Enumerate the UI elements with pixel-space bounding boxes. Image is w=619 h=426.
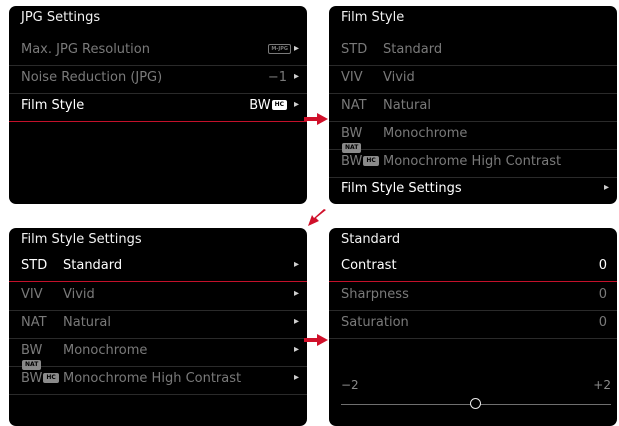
- style-abbr-text: BW: [21, 343, 43, 358]
- setting-label: Saturation: [341, 315, 409, 330]
- hc-badge: HC: [363, 155, 379, 166]
- m-jpg-badge: M-JPG: [268, 43, 291, 54]
- style-abbr-text: BW: [21, 371, 43, 386]
- chevron-right-icon: ▸: [293, 259, 299, 270]
- style-abbr: BW HC: [341, 154, 381, 169]
- slider-knob[interactable]: [470, 398, 481, 409]
- style-name: Natural: [383, 98, 431, 113]
- film-style-option-vivid[interactable]: VIV Vivid: [329, 65, 617, 94]
- chevron-right-icon: ▸: [293, 316, 299, 327]
- film-style-settings-item-natural[interactable]: NAT Natural ▸: [9, 310, 307, 339]
- style-abbr: VIV: [21, 287, 43, 302]
- red-arrow-icon: [304, 113, 328, 125]
- style-abbr: STD: [341, 42, 368, 57]
- menu-item-label: Noise Reduction (JPG): [21, 70, 163, 85]
- red-arrow-icon: [304, 334, 328, 346]
- film-style-settings-item-standard[interactable]: STD Standard ▸: [9, 253, 307, 282]
- panel-title: JPG Settings: [21, 10, 101, 25]
- menu-item-label: Film Style Settings: [341, 181, 462, 196]
- chevron-right-icon: ▸: [293, 288, 299, 299]
- panel-title: Standard: [341, 232, 401, 247]
- panel-title: Film Style: [341, 10, 405, 25]
- chevron-right-icon: ▸: [603, 182, 609, 193]
- menu-item-label: Max. JPG Resolution: [21, 42, 150, 57]
- style-abbr: NAT: [341, 98, 367, 113]
- setting-label: Sharpness: [341, 287, 409, 302]
- style-abbr: BW HC: [21, 371, 61, 386]
- menu-item-noise-reduction[interactable]: Noise Reduction (JPG) −1 ▸: [9, 65, 307, 94]
- slider-min-label: −2: [341, 378, 359, 392]
- film-style-settings-item-monochrome[interactable]: BWNAT Monochrome ▸: [9, 338, 307, 370]
- style-abbr-text: BW: [341, 126, 363, 141]
- film-style-option-monochrome[interactable]: BWNAT Monochrome: [329, 121, 617, 153]
- film-style-settings-item-vivid[interactable]: VIV Vivid ▸: [9, 282, 307, 311]
- menu-item-label: Film Style: [21, 98, 85, 113]
- style-name: Monochrome High Contrast: [63, 371, 242, 386]
- setting-row-contrast[interactable]: Contrast 0: [329, 253, 617, 282]
- style-abbr: STD: [21, 258, 48, 273]
- setting-value: 0: [598, 258, 607, 273]
- chevron-right-icon: ▸: [293, 344, 299, 355]
- style-name: Standard: [383, 42, 443, 57]
- style-name: Vivid: [383, 70, 415, 85]
- chevron-right-icon: ▸: [293, 43, 299, 54]
- menu-item-film-style[interactable]: Film Style BW HC ▸: [9, 93, 307, 122]
- setting-label: Contrast: [341, 258, 397, 273]
- setting-value: 0: [598, 315, 607, 330]
- style-name: Monochrome High Contrast: [383, 154, 562, 169]
- film-style-settings-panel: Film Style Settings STD Standard ▸ VIV V…: [9, 228, 307, 426]
- hc-badge: HC: [43, 372, 59, 383]
- style-abbr: NAT: [21, 315, 47, 330]
- style-name: Vivid: [63, 287, 95, 302]
- film-style-option-standard[interactable]: STD Standard: [329, 37, 617, 66]
- setting-value: 0: [598, 287, 607, 302]
- style-name: Standard: [63, 258, 123, 273]
- style-name: Monochrome: [63, 343, 148, 358]
- menu-item-max-jpg-resolution[interactable]: Max. JPG Resolution M-JPG ▸: [9, 37, 307, 66]
- menu-item-film-style-settings[interactable]: Film Style Settings ▸: [329, 176, 617, 204]
- style-abbr-text: BW: [341, 154, 363, 169]
- film-style-value: BW HC: [249, 98, 287, 113]
- noise-reduction-value: −1: [267, 70, 287, 85]
- style-name: Monochrome: [383, 126, 468, 141]
- red-arrow-icon: [308, 209, 326, 226]
- film-style-option-monochrome-hc[interactable]: BW HC Monochrome High Contrast: [329, 149, 617, 178]
- slider-max-label: +2: [593, 378, 611, 392]
- chevron-right-icon: ▸: [293, 71, 299, 82]
- style-abbr: VIV: [341, 70, 363, 85]
- film-style-settings-item-monochrome-hc[interactable]: BW HC Monochrome High Contrast ▸: [9, 366, 307, 395]
- resolution-value: M-JPG: [267, 42, 291, 57]
- panel-title: Film Style Settings: [21, 232, 142, 247]
- style-name: Natural: [63, 315, 111, 330]
- setting-row-saturation[interactable]: Saturation 0: [329, 310, 617, 339]
- setting-row-sharpness[interactable]: Sharpness 0: [329, 282, 617, 311]
- hc-badge: HC: [271, 99, 287, 110]
- jpg-settings-panel: JPG Settings Max. JPG Resolution M-JPG ▸…: [9, 6, 307, 204]
- chevron-right-icon: ▸: [293, 99, 299, 110]
- film-style-value-text: BW: [249, 98, 271, 113]
- chevron-right-icon: ▸: [293, 372, 299, 383]
- standard-settings-panel: Standard Contrast 0 Sharpness 0 Saturati…: [329, 228, 617, 426]
- film-style-option-natural[interactable]: NAT Natural: [329, 93, 617, 122]
- film-style-panel: Film Style STD Standard VIV Vivid NAT Na…: [329, 6, 617, 204]
